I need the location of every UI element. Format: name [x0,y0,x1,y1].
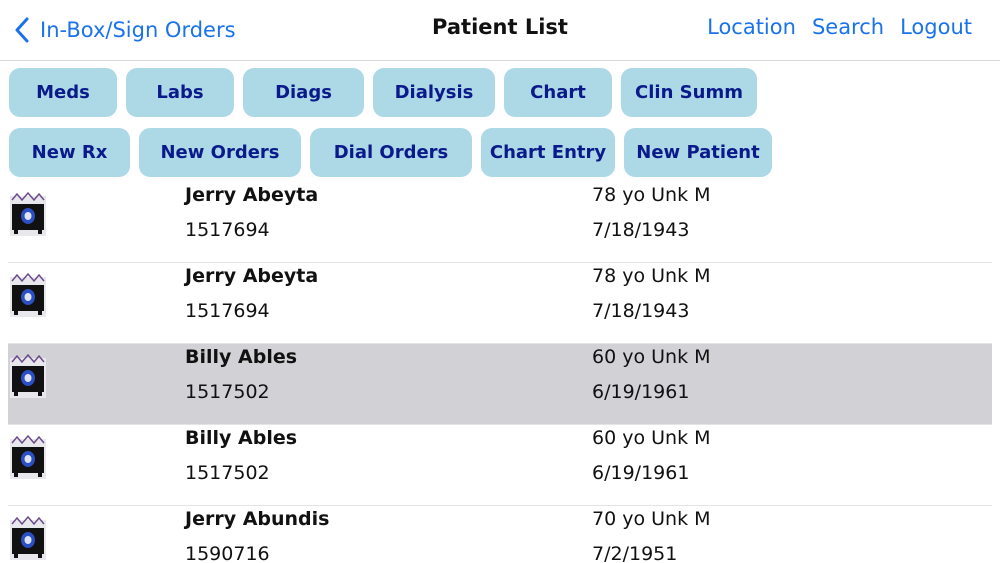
patient-photo-icon [10,515,46,560]
chart-button[interactable]: Chart [504,68,612,117]
patient-age-sex: 78 yo Unk M [592,184,711,206]
search-button[interactable]: Search [812,15,884,39]
patient-list[interactable]: Jerry Abeyta 1517694 78 yo Unk M 7/18/19… [0,182,1000,563]
patient-id: 1590716 [185,543,270,563]
patient-dob: 6/19/1961 [592,462,690,484]
patient-row[interactable]: Jerry Abeyta 1517694 78 yo Unk M 7/18/19… [8,263,992,344]
patient-name: Billy Ables [185,346,298,368]
labs-button[interactable]: Labs [126,68,234,117]
logout-button[interactable]: Logout [900,15,972,39]
new-orders-button[interactable]: New Orders [139,128,301,177]
location-button[interactable]: Location [707,15,796,39]
patient-dob: 7/18/1943 [592,219,690,241]
meds-button[interactable]: Meds [9,68,117,117]
patient-photo-icon [10,353,46,398]
patient-id: 1517694 [185,219,270,241]
dialysis-button[interactable]: Dialysis [373,68,495,117]
diags-button[interactable]: Diags [243,68,364,117]
patient-row[interactable]: Jerry Abeyta 1517694 78 yo Unk M 7/18/19… [8,182,992,263]
patient-dob: 7/18/1943 [592,300,690,322]
patient-id: 1517694 [185,300,270,322]
patient-row[interactable]: Jerry Abundis 1590716 70 yo Unk M 7/2/19… [8,506,992,563]
patient-row[interactable]: Billy Ables 1517502 60 yo Unk M 6/19/196… [8,425,992,506]
patient-dob: 6/19/1961 [592,381,690,403]
patient-age-sex: 60 yo Unk M [592,346,711,368]
chart-entry-button[interactable]: Chart Entry [481,128,615,177]
patient-photo-icon [10,191,46,236]
clin-summ-button[interactable]: Clin Summ [621,68,757,117]
navigation-bar: In-Box/Sign Orders Patient List Location… [0,0,1000,61]
new-rx-button[interactable]: New Rx [9,128,130,177]
patient-photo-icon [10,272,46,317]
patient-age-sex: 78 yo Unk M [592,265,711,287]
nav-actions: Location Search Logout [707,15,972,39]
patient-name: Jerry Abundis [185,508,330,530]
action-buttons-row-1: Meds Labs Diags Dialysis Chart Clin Summ [9,68,757,117]
patient-age-sex: 70 yo Unk M [592,508,711,530]
new-patient-button[interactable]: New Patient [624,128,772,177]
patient-id: 1517502 [185,462,270,484]
patient-name: Jerry Abeyta [185,184,319,206]
patient-age-sex: 60 yo Unk M [592,427,711,449]
patient-id: 1517502 [185,381,270,403]
patient-name: Billy Ables [185,427,298,449]
action-buttons-row-2: New Rx New Orders Dial Orders Chart Entr… [9,128,772,177]
patient-photo-icon [10,434,46,479]
patient-dob: 7/2/1951 [592,543,678,563]
patient-row[interactable]: Billy Ables 1517502 60 yo Unk M 6/19/196… [8,344,992,425]
dial-orders-button[interactable]: Dial Orders [310,128,472,177]
patient-name: Jerry Abeyta [185,265,319,287]
